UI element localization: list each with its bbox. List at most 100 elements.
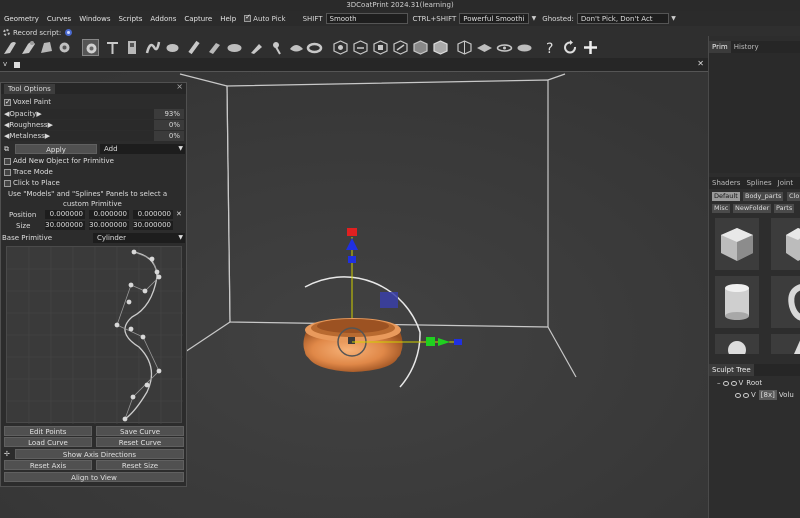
snake-icon[interactable] [144,39,161,56]
plane-icon[interactable] [476,39,493,56]
tree-row-root[interactable]: – V Root [717,378,762,388]
ghost-eye-icon[interactable] [743,392,749,398]
metalness-slider[interactable]: ◀Metalness▶ 0% [4,131,184,141]
fill-icon[interactable] [164,39,181,56]
close-icon[interactable]: ✕ [697,59,704,68]
visibility-eye-icon[interactable] [722,380,729,386]
add-icon[interactable] [582,39,599,56]
size-x-field[interactable]: 30.000000 [45,221,85,230]
cube-brush-icon[interactable] [456,39,473,56]
metalness-value[interactable]: 0% [154,131,184,141]
pose-gear-icon[interactable] [56,39,73,56]
snap-plane-icon[interactable] [496,39,513,56]
click-to-place-checkbox[interactable] [4,179,11,187]
base-primitive-select[interactable]: Cylinder ▼ [93,233,185,243]
profile-curve-editor[interactable] [6,246,183,424]
position-y-field[interactable]: 0.000000 [89,210,129,219]
reset-axis-button[interactable]: Reset Axis [4,460,92,470]
folder-chip-parts[interactable]: Parts [774,204,795,213]
cube-move-icon[interactable] [372,39,389,56]
auto-pick-toggle[interactable]: Auto Pick [244,13,286,23]
tab-shaders[interactable]: Shaders [709,177,743,189]
record-script[interactable]: Record script: [3,28,73,37]
disk-icon[interactable] [516,39,533,56]
opacity-slider[interactable]: ◀Opacity▶ 93% [4,109,184,119]
position-z-field[interactable]: 0.000000 [133,210,173,219]
text-icon[interactable] [104,39,121,56]
cloth-icon[interactable] [38,39,55,56]
click-to-place-row[interactable]: Click to Place [4,178,60,188]
close-icon[interactable]: ✕ [176,209,182,219]
primitive-cone-thumbnail[interactable] [771,334,800,354]
collapse-icon[interactable]: – [717,378,721,388]
cube-fill-icon[interactable] [432,39,449,56]
primitive-cube-thumbnail-2[interactable] [771,218,800,270]
tab-prim[interactable]: Prim [709,41,731,53]
pin-icon[interactable] [14,62,20,68]
menu-curves[interactable]: Curves [43,15,75,23]
primitives-icon[interactable] [82,39,99,56]
voxel-paint-checkbox[interactable] [4,97,11,107]
cube-select-icon[interactable] [332,39,349,56]
position-x-field[interactable]: 0.000000 [45,210,85,219]
trace-mode-row[interactable]: Trace Mode [4,167,53,177]
cube-scale-icon[interactable] [392,39,409,56]
menu-help[interactable]: Help [216,15,240,23]
menu-addons[interactable]: Addons [146,15,180,23]
align-to-view-button[interactable]: Align to View [4,472,184,482]
menu-capture[interactable]: Capture [180,15,216,23]
tool-options-tab[interactable]: Tool Options [4,84,55,94]
size-y-field[interactable]: 30.000000 [89,221,129,230]
letters-icon[interactable] [124,39,141,56]
folder-chip-body-parts[interactable]: Body_parts [743,192,784,201]
reset-size-button[interactable]: Reset Size [96,460,184,470]
folder-chip-newfolder[interactable]: NewFolder [733,204,772,213]
visibility-eye-icon[interactable] [735,392,741,398]
chevron-down-icon[interactable]: v [3,60,7,68]
edit-points-button[interactable]: Edit Points [4,426,92,436]
tube-icon[interactable] [186,39,203,56]
add-new-object-checkbox[interactable] [4,157,11,165]
roughness-value[interactable]: 0% [154,120,184,130]
ctrl-shift-brush-select[interactable]: Powerful Smoothi ▼ [459,13,536,24]
close-icon[interactable]: × [176,82,183,91]
clay-icon[interactable] [2,39,19,56]
tab-splines[interactable]: Splines [743,177,774,189]
help-icon[interactable]: ? [542,39,559,57]
roughness-slider[interactable]: ◀Roughness▶ 0% [4,120,184,130]
menu-scripts[interactable]: Scripts [114,15,146,23]
opacity-value[interactable]: 93% [154,109,184,119]
shift-brush-select[interactable]: Smooth [325,13,408,24]
menu-geometry[interactable]: Geometry [0,15,43,23]
smooth-icon[interactable] [288,39,305,56]
ghost-eye-icon[interactable] [730,380,737,386]
strips-icon[interactable] [206,39,223,56]
save-curve-button[interactable]: Save Curve [96,426,184,436]
grow-icon[interactable] [248,39,265,56]
tab-history[interactable]: History [731,41,762,53]
folder-chip-misc[interactable]: Misc [712,204,731,213]
ring-icon[interactable] [306,39,323,56]
mode-select[interactable]: Add ▼ [100,144,185,154]
size-z-field[interactable]: 30.000000 [133,221,173,230]
load-curve-button[interactable]: Load Curve [4,437,92,447]
trace-mode-checkbox[interactable] [4,168,11,176]
record-indicator-icon[interactable] [65,29,73,36]
folder-chip-default[interactable]: Default [712,192,740,201]
extrude-icon[interactable] [226,39,243,56]
ghosted-select[interactable]: Don't Pick, Don't Act ▼ [576,13,676,24]
primitive-cube-thumbnail[interactable] [715,218,759,270]
folder-chip-clo[interactable]: Clo [787,192,800,201]
copy-icon[interactable]: ⧉ [4,144,12,154]
tab-sculpt-tree[interactable]: Sculpt Tree [709,364,754,376]
clay-buildup-icon[interactable] [20,39,37,56]
tab-joint[interactable]: Joint [775,177,796,189]
show-axis-directions-button[interactable]: Show Axis Directions [15,449,184,459]
auto-pick-checkbox[interactable] [244,13,252,22]
cube-cut-icon[interactable] [412,39,429,56]
cube-draw-icon[interactable] [352,39,369,56]
menu-windows[interactable]: Windows [75,15,114,23]
primitive-cylinder-thumbnail[interactable] [715,276,759,328]
voxel-paint-row[interactable]: Voxel Paint [4,97,51,107]
undo-icon[interactable] [562,39,579,56]
